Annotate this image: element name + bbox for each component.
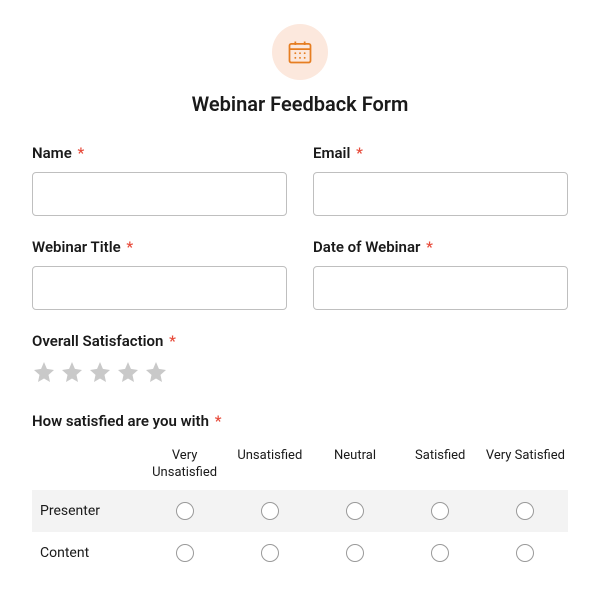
calendar-icon xyxy=(272,24,328,80)
matrix-radio[interactable] xyxy=(261,502,279,520)
matrix-col-header: Unsatisfied xyxy=(227,440,312,490)
matrix-radio[interactable] xyxy=(516,502,534,520)
matrix-radio[interactable] xyxy=(431,544,449,562)
email-label: Email * xyxy=(313,144,568,162)
overall-satisfaction-label: Overall Satisfaction * xyxy=(32,332,568,350)
date-label: Date of Webinar * xyxy=(313,238,568,256)
matrix-radio[interactable] xyxy=(431,502,449,520)
matrix-radio[interactable] xyxy=(346,544,364,562)
matrix-col-header: Very Satisfied xyxy=(483,440,568,490)
star-icon[interactable] xyxy=(144,360,168,384)
matrix-label: How satisfied are you with * xyxy=(32,412,568,430)
matrix-radio[interactable] xyxy=(176,502,194,520)
matrix-radio[interactable] xyxy=(346,502,364,520)
matrix-row-presenter: Presenter xyxy=(32,490,568,532)
date-input[interactable] xyxy=(313,266,568,310)
matrix-radio[interactable] xyxy=(176,544,194,562)
name-label: Name * xyxy=(32,144,287,162)
webinar-title-label: Webinar Title * xyxy=(32,238,287,256)
name-input[interactable] xyxy=(32,172,287,216)
page-title: Webinar Feedback Form xyxy=(32,92,568,116)
matrix-col-header: Very Unsatisfied xyxy=(142,440,227,490)
satisfaction-matrix: Very Unsatisfied Unsatisfied Neutral Sat… xyxy=(32,440,568,574)
matrix-col-header: Satisfied xyxy=(398,440,483,490)
email-input[interactable] xyxy=(313,172,568,216)
star-icon[interactable] xyxy=(60,360,84,384)
matrix-radio[interactable] xyxy=(261,544,279,562)
matrix-row-label: Presenter xyxy=(32,503,142,519)
webinar-title-input[interactable] xyxy=(32,266,287,310)
star-icon[interactable] xyxy=(88,360,112,384)
matrix-col-header: Neutral xyxy=(312,440,397,490)
matrix-radio[interactable] xyxy=(516,544,534,562)
matrix-row-label: Content xyxy=(32,545,142,561)
star-icon[interactable] xyxy=(116,360,140,384)
matrix-row-content: Content xyxy=(32,532,568,574)
star-rating[interactable] xyxy=(32,360,568,384)
star-icon[interactable] xyxy=(32,360,56,384)
